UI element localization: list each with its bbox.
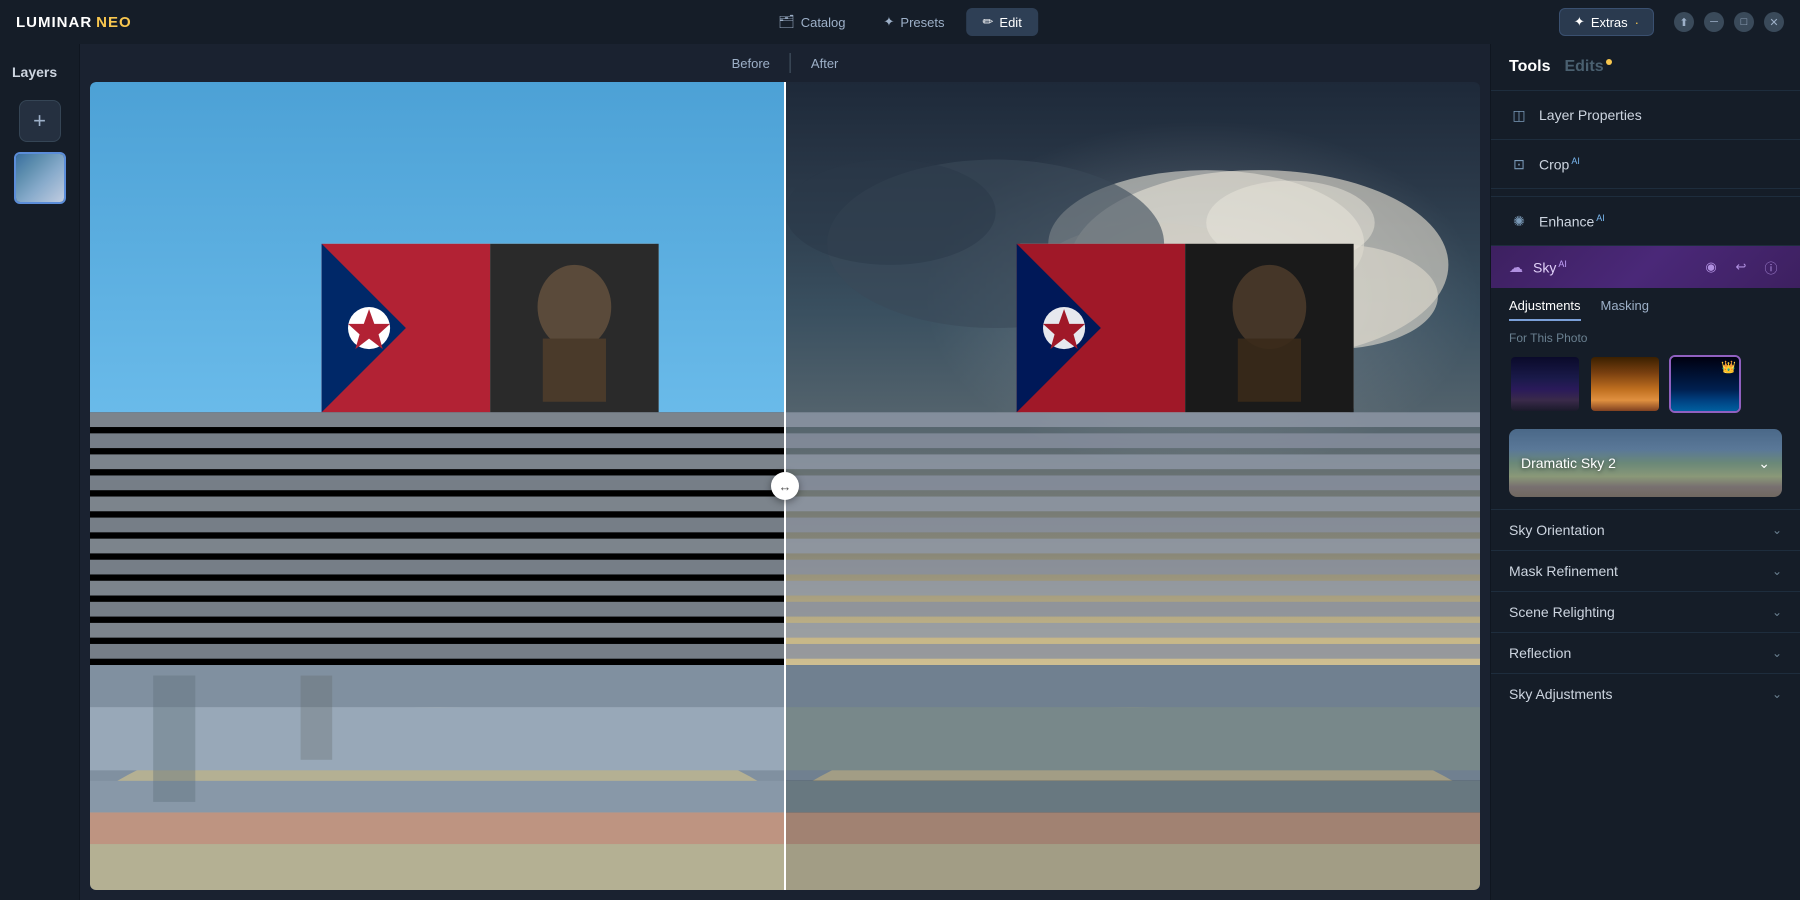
reflection-label: Reflection (1509, 645, 1772, 661)
catalog-icon: 🗂 (778, 14, 795, 30)
window-controls: ⬆ ─ □ ✕ (1674, 12, 1784, 32)
edits-dot (1606, 59, 1612, 65)
layer-thumbnail[interactable] (14, 152, 66, 204)
scene-relighting-chevron-icon: ⌄ (1772, 605, 1782, 619)
layer-thumb-image (16, 154, 64, 202)
right-panel: Tools Edits ◫ Layer Properties ⊡ CropAI … (1490, 44, 1800, 900)
sky-selector-label: Dramatic Sky 2 (1521, 455, 1758, 471)
edit-label: Edit (999, 15, 1021, 30)
sky-orientation-chevron-icon: ⌄ (1772, 523, 1782, 537)
before-label: Before (712, 56, 790, 71)
sky-eye-button[interactable]: ◉ (1700, 256, 1722, 278)
enhance-ai-badge: AI (1596, 213, 1605, 223)
presets-label: Presets (900, 15, 944, 30)
enhance-label: EnhanceAI (1539, 213, 1782, 230)
upload-button[interactable]: ⬆ (1674, 12, 1694, 32)
before-svg (90, 82, 785, 890)
split-container[interactable]: ↔ (90, 82, 1480, 890)
before-after-labels: Before After (712, 53, 859, 73)
extras-dot: · (1635, 15, 1639, 30)
masking-tab[interactable]: Masking (1601, 298, 1649, 321)
edits-tab[interactable]: Edits (1564, 58, 1611, 76)
sky-preset-1[interactable] (1509, 355, 1581, 413)
extras-button[interactable]: ✦ Extras · (1559, 8, 1654, 36)
titlebar-right: ✦ Extras · ⬆ ─ □ ✕ (1559, 8, 1784, 36)
maximize-button[interactable]: □ (1734, 12, 1754, 32)
before-image (90, 82, 785, 890)
edit-icon: ✏ (983, 14, 994, 30)
sky-section[interactable]: ☁ SkyAI ◉ ↩ ⓘ (1491, 246, 1800, 288)
reflection-chevron-icon: ⌄ (1772, 646, 1782, 660)
logo-luminar: LUMINAR (16, 14, 92, 31)
scene-relighting-section[interactable]: Scene Relighting ⌄ (1491, 591, 1800, 632)
after-label: After (791, 56, 858, 71)
divider-1 (1491, 189, 1800, 197)
after-svg (785, 82, 1480, 890)
sky-adjustments-label: Sky Adjustments (1509, 686, 1772, 702)
mask-refinement-label: Mask Refinement (1509, 563, 1772, 579)
layers-panel: Layers + (0, 44, 80, 900)
sky-sub-tabs: Adjustments Masking (1491, 288, 1800, 321)
titlebar: LUMINAR NEO 🗂 Catalog ✦ Presets ✏ Edit ✦… (0, 0, 1800, 44)
mask-refinement-section[interactable]: Mask Refinement ⌄ (1491, 550, 1800, 591)
add-layer-button[interactable]: + (19, 100, 61, 142)
sky-orientation-label: Sky Orientation (1509, 522, 1772, 538)
enhance-icon: ✺ (1509, 211, 1529, 231)
extras-label: Extras (1591, 15, 1628, 30)
tools-tab[interactable]: Tools (1509, 58, 1550, 76)
presets-icon: ✦ (884, 14, 895, 30)
layers-title: Layers (0, 64, 79, 80)
crop-icon: ⊡ (1509, 154, 1529, 174)
sky-selector-chevron-icon: ⌄ (1758, 455, 1770, 472)
extras-icon: ✦ (1574, 14, 1585, 30)
minimize-button[interactable]: ─ (1704, 12, 1724, 32)
sky-adjustments-chevron-icon: ⌄ (1772, 687, 1782, 701)
catalog-nav-btn[interactable]: 🗂 Catalog (762, 8, 861, 36)
layer-properties-icon: ◫ (1509, 105, 1529, 125)
edit-nav-btn[interactable]: ✏ Edit (967, 8, 1038, 36)
nav-bar: 🗂 Catalog ✦ Presets ✏ Edit (762, 8, 1038, 36)
crown-icon: 👑 (1721, 360, 1736, 374)
preset-1-bg (1511, 357, 1579, 411)
reflection-section[interactable]: Reflection ⌄ (1491, 632, 1800, 673)
main-content: Layers + Before After (0, 44, 1800, 900)
for-photo-label: For This Photo (1491, 321, 1800, 351)
catalog-label: Catalog (801, 15, 846, 30)
panel-header: Tools Edits (1491, 44, 1800, 91)
sky-actions: ◉ ↩ ⓘ (1700, 256, 1782, 278)
logo-neo: NEO (96, 14, 132, 31)
sky-adjustments-section[interactable]: Sky Adjustments ⌄ (1491, 673, 1800, 714)
sky-orientation-section[interactable]: Sky Orientation ⌄ (1491, 509, 1800, 550)
layer-properties-section[interactable]: ◫ Layer Properties (1491, 91, 1800, 140)
crop-ai-badge: AI (1571, 156, 1580, 166)
split-handle[interactable]: ↔ (771, 472, 799, 500)
after-image (785, 82, 1480, 890)
canvas-toolbar: Before After (80, 44, 1490, 82)
sky-undo-button[interactable]: ↩ (1730, 256, 1752, 278)
enhance-section[interactable]: ✺ EnhanceAI (1491, 197, 1800, 246)
sky-selector[interactable]: Dramatic Sky 2 ⌄ (1509, 429, 1782, 497)
canvas-area: Before After (80, 44, 1490, 900)
sky-preset-2[interactable] (1589, 355, 1661, 413)
crop-section[interactable]: ⊡ CropAI (1491, 140, 1800, 189)
sky-presets-row: 👑 (1491, 351, 1800, 425)
mask-refinement-chevron-icon: ⌄ (1772, 564, 1782, 578)
scene-relighting-label: Scene Relighting (1509, 604, 1772, 620)
sky-icon: ☁ (1509, 259, 1523, 276)
preset-2-bg (1591, 357, 1659, 411)
sky-info-button[interactable]: ⓘ (1760, 256, 1782, 278)
presets-nav-btn[interactable]: ✦ Presets (868, 8, 961, 36)
adjustments-tab[interactable]: Adjustments (1509, 298, 1581, 321)
split-handle-icon: ↔ (779, 479, 792, 494)
close-button[interactable]: ✕ (1764, 12, 1784, 32)
sky-preset-3[interactable]: 👑 (1669, 355, 1741, 413)
sky-ai-badge: AI (1558, 259, 1567, 269)
app-logo: LUMINAR NEO (16, 14, 132, 31)
layer-properties-label: Layer Properties (1539, 107, 1782, 123)
crop-label: CropAI (1539, 156, 1782, 173)
sky-label: SkyAI (1533, 259, 1690, 276)
layers-header: + (0, 94, 79, 210)
